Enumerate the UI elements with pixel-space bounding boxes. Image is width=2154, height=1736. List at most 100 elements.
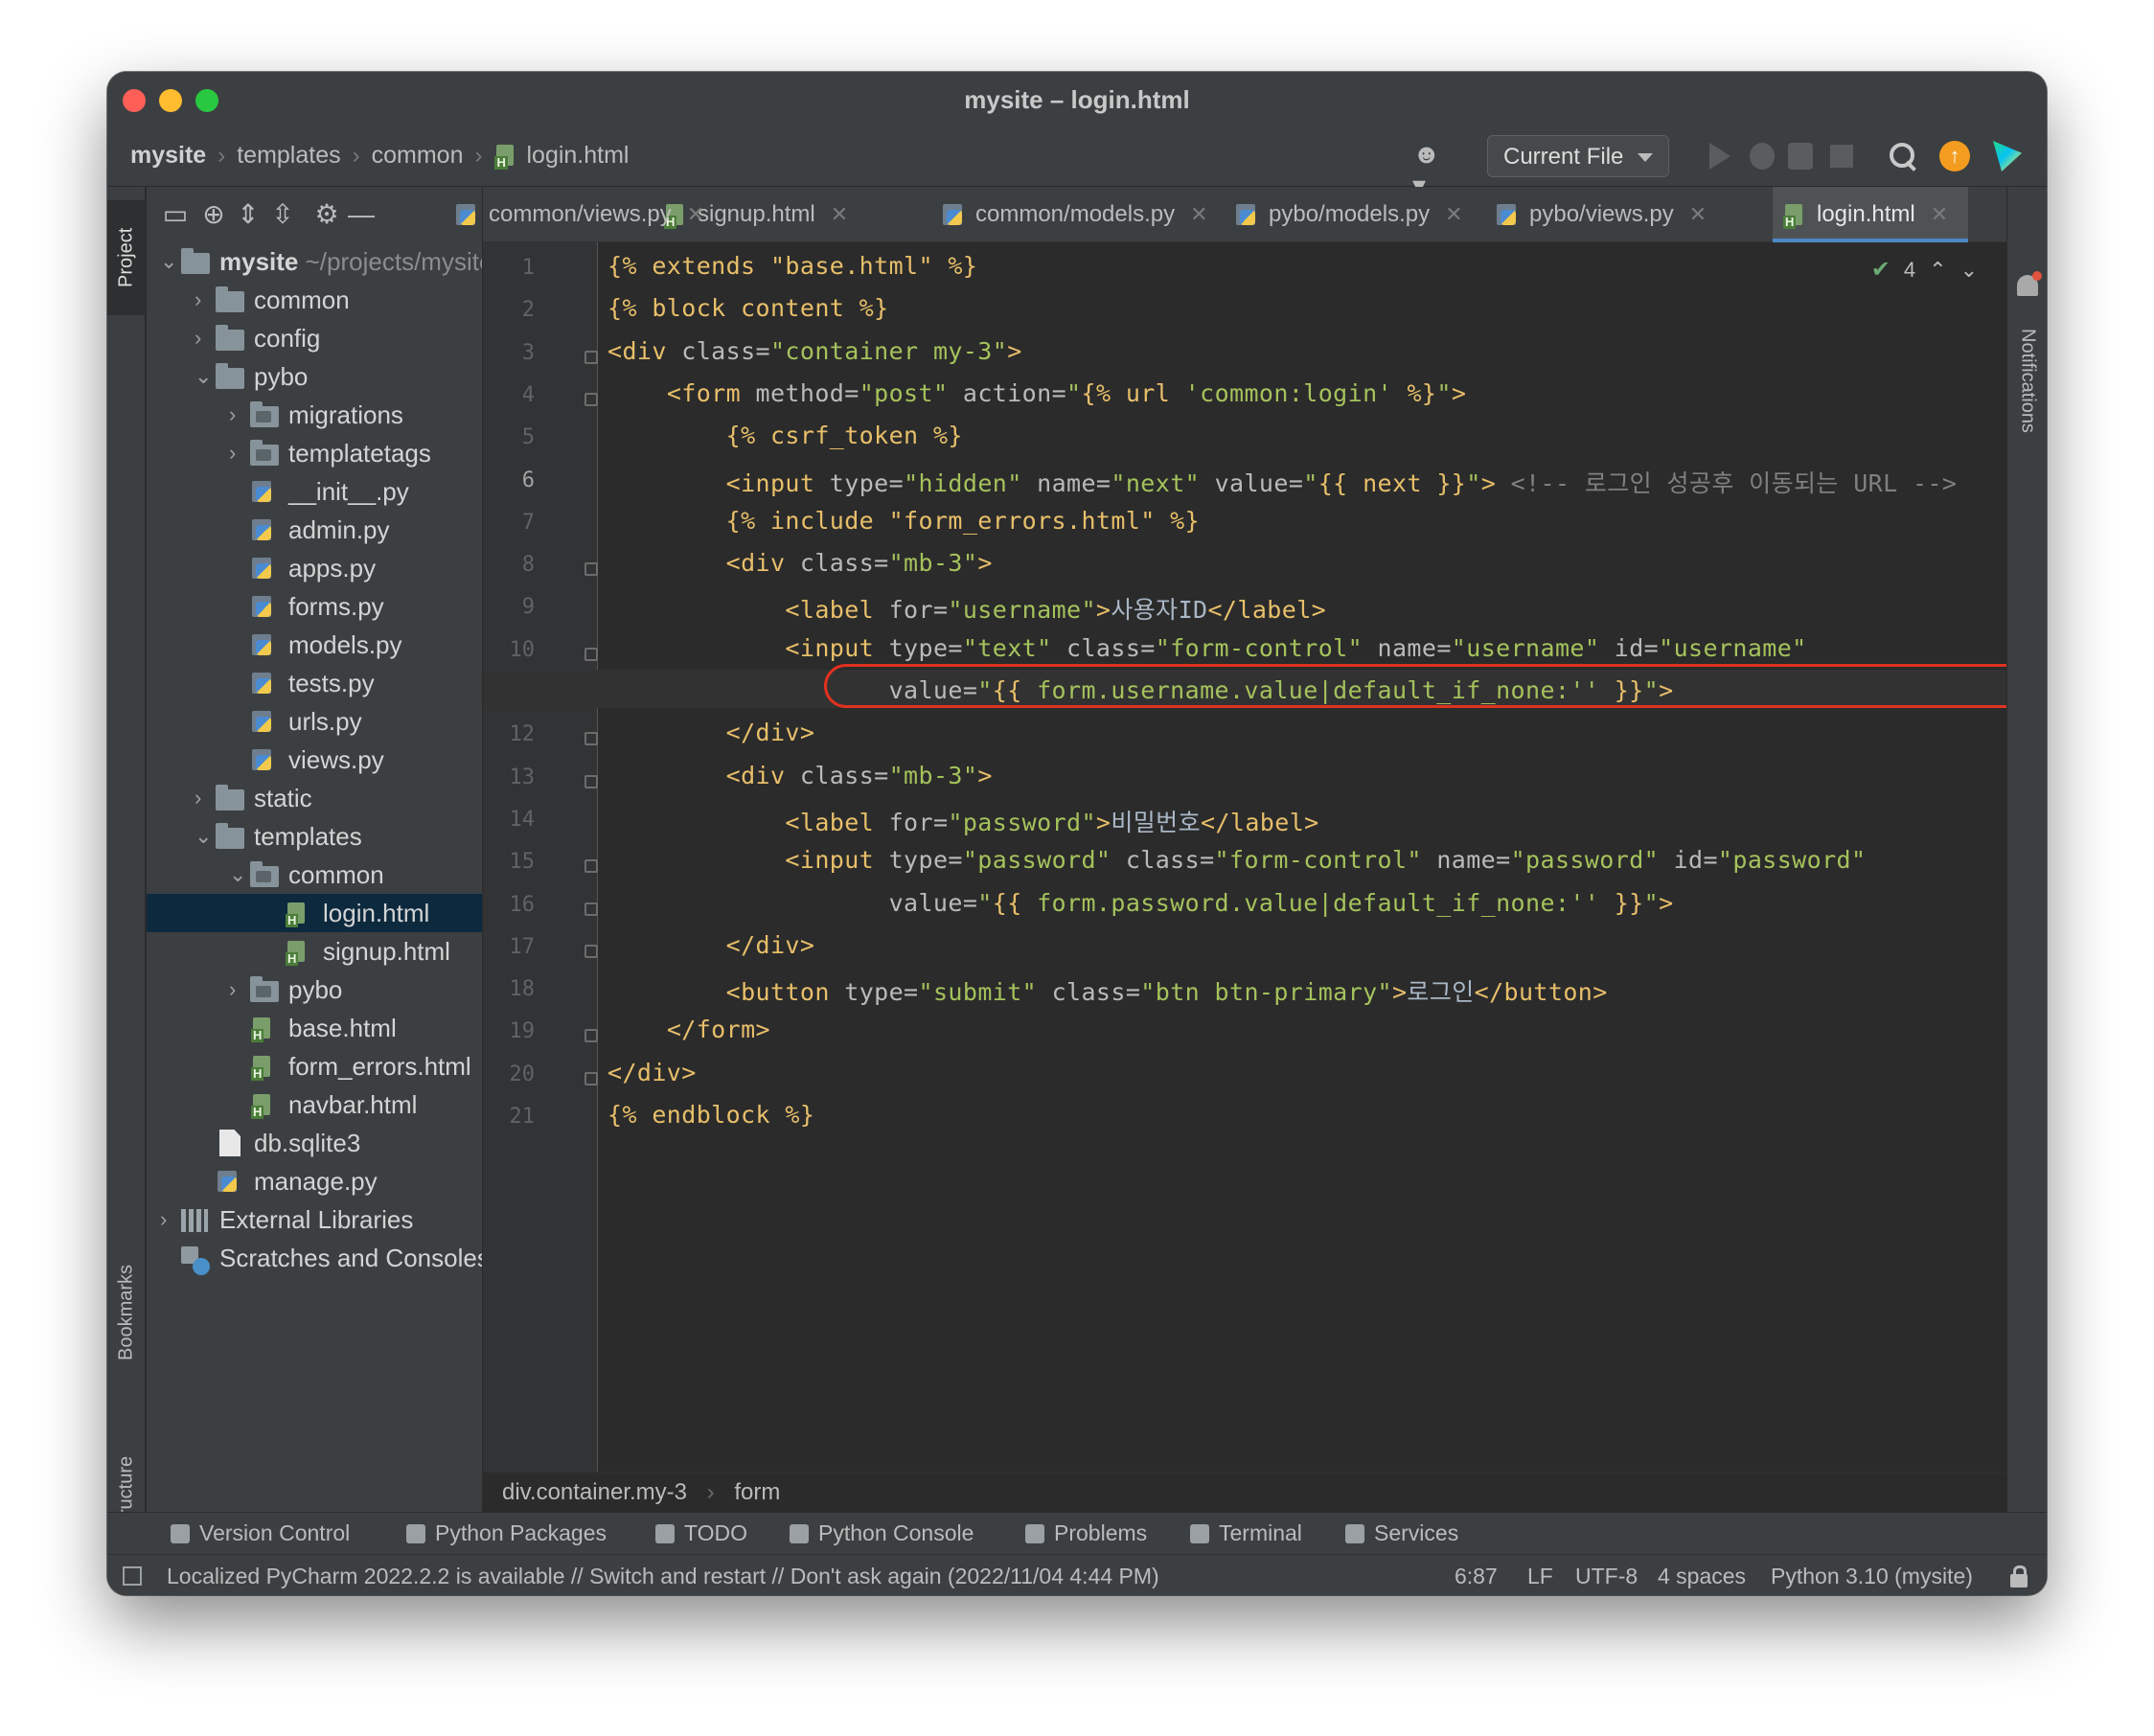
- breadcrumb-item-project[interactable]: mysite: [130, 142, 206, 170]
- fold-marker-icon[interactable]: [584, 774, 598, 788]
- toggle-tool-windows-icon[interactable]: [123, 1566, 142, 1586]
- python-interpreter[interactable]: Python 3.10 (mysite): [1771, 1564, 1973, 1589]
- line-number[interactable]: 15: [483, 850, 536, 874]
- chevron-down-icon[interactable]: ⌄: [195, 817, 214, 856]
- tree-item-folder[interactable]: › config: [147, 319, 482, 357]
- view-mode-icon[interactable]: ▭: [160, 200, 191, 231]
- notifications-tool-tab[interactable]: Notifications: [2007, 304, 2047, 457]
- code-line[interactable]: {% endblock %}: [607, 1101, 814, 1129]
- tool-window-button[interactable]: Version Control: [171, 1520, 350, 1546]
- line-number[interactable]: 4: [483, 383, 535, 407]
- code-line[interactable]: </form>: [607, 1016, 770, 1043]
- fold-marker-icon[interactable]: [584, 859, 598, 874]
- close-icon[interactable]: ✕: [1190, 202, 1207, 226]
- run-config-dropdown[interactable]: Current File: [1487, 135, 1669, 177]
- chevron-right-icon[interactable]: ›: [229, 396, 248, 434]
- line-number[interactable]: 8: [483, 553, 535, 577]
- close-icon[interactable]: ✕: [1689, 202, 1707, 226]
- close-icon[interactable]: ✕: [831, 202, 848, 226]
- tool-window-button[interactable]: Python Packages: [406, 1520, 607, 1546]
- jetbrains-logo-icon[interactable]: [1993, 141, 2022, 171]
- close-icon[interactable]: ✕: [687, 202, 704, 226]
- inspection-widget[interactable]: ✔ 4 ⌃ ⌄: [1871, 256, 1978, 284]
- line-number[interactable]: 6: [483, 468, 535, 492]
- user-account-icon[interactable]: ☻▾: [1412, 139, 1451, 200]
- tree-item-py[interactable]: admin.py: [147, 511, 482, 549]
- code-line[interactable]: <input type="password" class="form-contr…: [607, 846, 1866, 874]
- chevron-right-icon[interactable]: ›: [160, 1200, 179, 1239]
- tool-window-button[interactable]: TODO: [655, 1520, 747, 1546]
- tree-item-folder[interactable]: ⌄ templates: [147, 817, 482, 856]
- tree-item-folder[interactable]: › common: [147, 281, 482, 319]
- line-number[interactable]: 2: [483, 298, 535, 322]
- update-available-icon[interactable]: ↑: [1939, 141, 1970, 171]
- tree-item-folder[interactable]: ⌄ common: [147, 856, 482, 894]
- tree-root[interactable]: ⌄ mysite ~/projects/mysite: [147, 242, 482, 281]
- stop-icon[interactable]: [1830, 145, 1853, 168]
- tree-item-html[interactable]: signup.html: [147, 932, 482, 971]
- caret-position[interactable]: 6:87: [1455, 1564, 1498, 1589]
- editor-tab[interactable]: pybo/models.py ✕: [1225, 187, 1463, 242]
- chevron-right-icon[interactable]: ›: [195, 281, 214, 319]
- code-line[interactable]: <input type="hidden" name="next" value="…: [607, 465, 1957, 499]
- tree-item-folder[interactable]: › pybo: [147, 971, 482, 1009]
- line-number[interactable]: 20: [483, 1062, 536, 1086]
- fold-marker-icon[interactable]: [584, 944, 598, 958]
- tree-item-py[interactable]: views.py: [147, 741, 482, 779]
- chevron-down-icon[interactable]: ⌄: [160, 242, 179, 281]
- tree-item-file[interactable]: db.sqlite3: [147, 1124, 482, 1162]
- line-number[interactable]: 13: [483, 765, 536, 789]
- fold-marker-icon[interactable]: [584, 562, 598, 577]
- tree-item-py[interactable]: apps.py: [147, 549, 482, 587]
- tree-item-folder[interactable]: › migrations: [147, 396, 482, 434]
- chevron-down-icon[interactable]: ⌄: [229, 856, 248, 894]
- tree-item-external-libraries[interactable]: › External Libraries: [147, 1200, 482, 1239]
- tree-item-html[interactable]: base.html: [147, 1009, 482, 1047]
- close-icon[interactable]: ✕: [1931, 202, 1948, 226]
- tree-item-scratches[interactable]: Scratches and Consoles: [147, 1239, 482, 1277]
- code-line[interactable]: <label for="username">사용자ID</label>: [607, 591, 1326, 626]
- chevron-right-icon[interactable]: ›: [229, 971, 248, 1009]
- code-line[interactable]: </div>: [607, 1059, 697, 1086]
- collapse-all-icon[interactable]: ⇳: [267, 200, 298, 231]
- tree-item-html[interactable]: form_errors.html: [147, 1047, 482, 1085]
- editor-tab[interactable]: pybo/views.py ✕: [1485, 187, 1707, 242]
- code-line[interactable]: <label for="password">비밀번호</label>: [607, 804, 1319, 838]
- chevron-up-icon[interactable]: ⌃: [1929, 258, 1946, 283]
- code-line[interactable]: <input type="text" class="form-control" …: [607, 634, 1807, 662]
- code-line[interactable]: </div>: [607, 719, 814, 746]
- line-number[interactable]: 7: [483, 511, 535, 535]
- gear-icon[interactable]: ⚙: [311, 200, 342, 231]
- tree-item-py[interactable]: urls.py: [147, 702, 482, 741]
- editor-tab[interactable]: common/models.py ✕: [931, 187, 1208, 242]
- editor-tab[interactable]: common/views.py ✕: [445, 187, 704, 242]
- expand-all-icon[interactable]: ⇕: [233, 200, 264, 231]
- line-number[interactable]: 12: [483, 722, 536, 746]
- code-line[interactable]: <div class="mb-3">: [607, 762, 993, 789]
- fold-marker-icon[interactable]: [584, 1029, 598, 1043]
- breadcrumb-item-file[interactable]: login.html: [493, 142, 629, 171]
- chevron-down-icon[interactable]: ⌄: [1960, 258, 1978, 283]
- fold-marker-icon[interactable]: [584, 647, 598, 661]
- line-number[interactable]: 16: [483, 893, 536, 917]
- tree-item-folder[interactable]: › templatetags: [147, 434, 482, 472]
- tool-window-button[interactable]: Python Console: [790, 1520, 974, 1546]
- code-line[interactable]: </div>: [607, 931, 814, 959]
- code-line[interactable]: {% block content %}: [607, 294, 889, 322]
- code-line[interactable]: {% include "form_errors.html" %}: [607, 507, 1200, 535]
- chevron-right-icon[interactable]: ›: [229, 434, 248, 472]
- fold-marker-icon[interactable]: [584, 732, 598, 746]
- chevron-right-icon[interactable]: ›: [195, 319, 214, 357]
- tree-item-folder[interactable]: › static: [147, 779, 482, 817]
- status-message[interactable]: Localized PyCharm 2022.2.2 is available …: [167, 1564, 1159, 1589]
- code-breadcrumb-div[interactable]: div.container.my-3: [502, 1479, 687, 1505]
- run-with-coverage-icon[interactable]: [1788, 143, 1813, 170]
- lock-icon[interactable]: [2010, 1565, 2028, 1588]
- code-breadcrumb-form[interactable]: form: [734, 1479, 780, 1505]
- fold-marker-icon[interactable]: [584, 902, 598, 916]
- fold-marker-icon[interactable]: [584, 392, 598, 406]
- code-editor[interactable]: 123456789101112131415161718192021 {% ext…: [483, 242, 2006, 1472]
- line-number[interactable]: 3: [483, 341, 535, 365]
- code-area[interactable]: {% extends "base.html" %} {% block conten…: [607, 242, 2006, 1472]
- tree-item-py[interactable]: __init__.py: [147, 472, 482, 511]
